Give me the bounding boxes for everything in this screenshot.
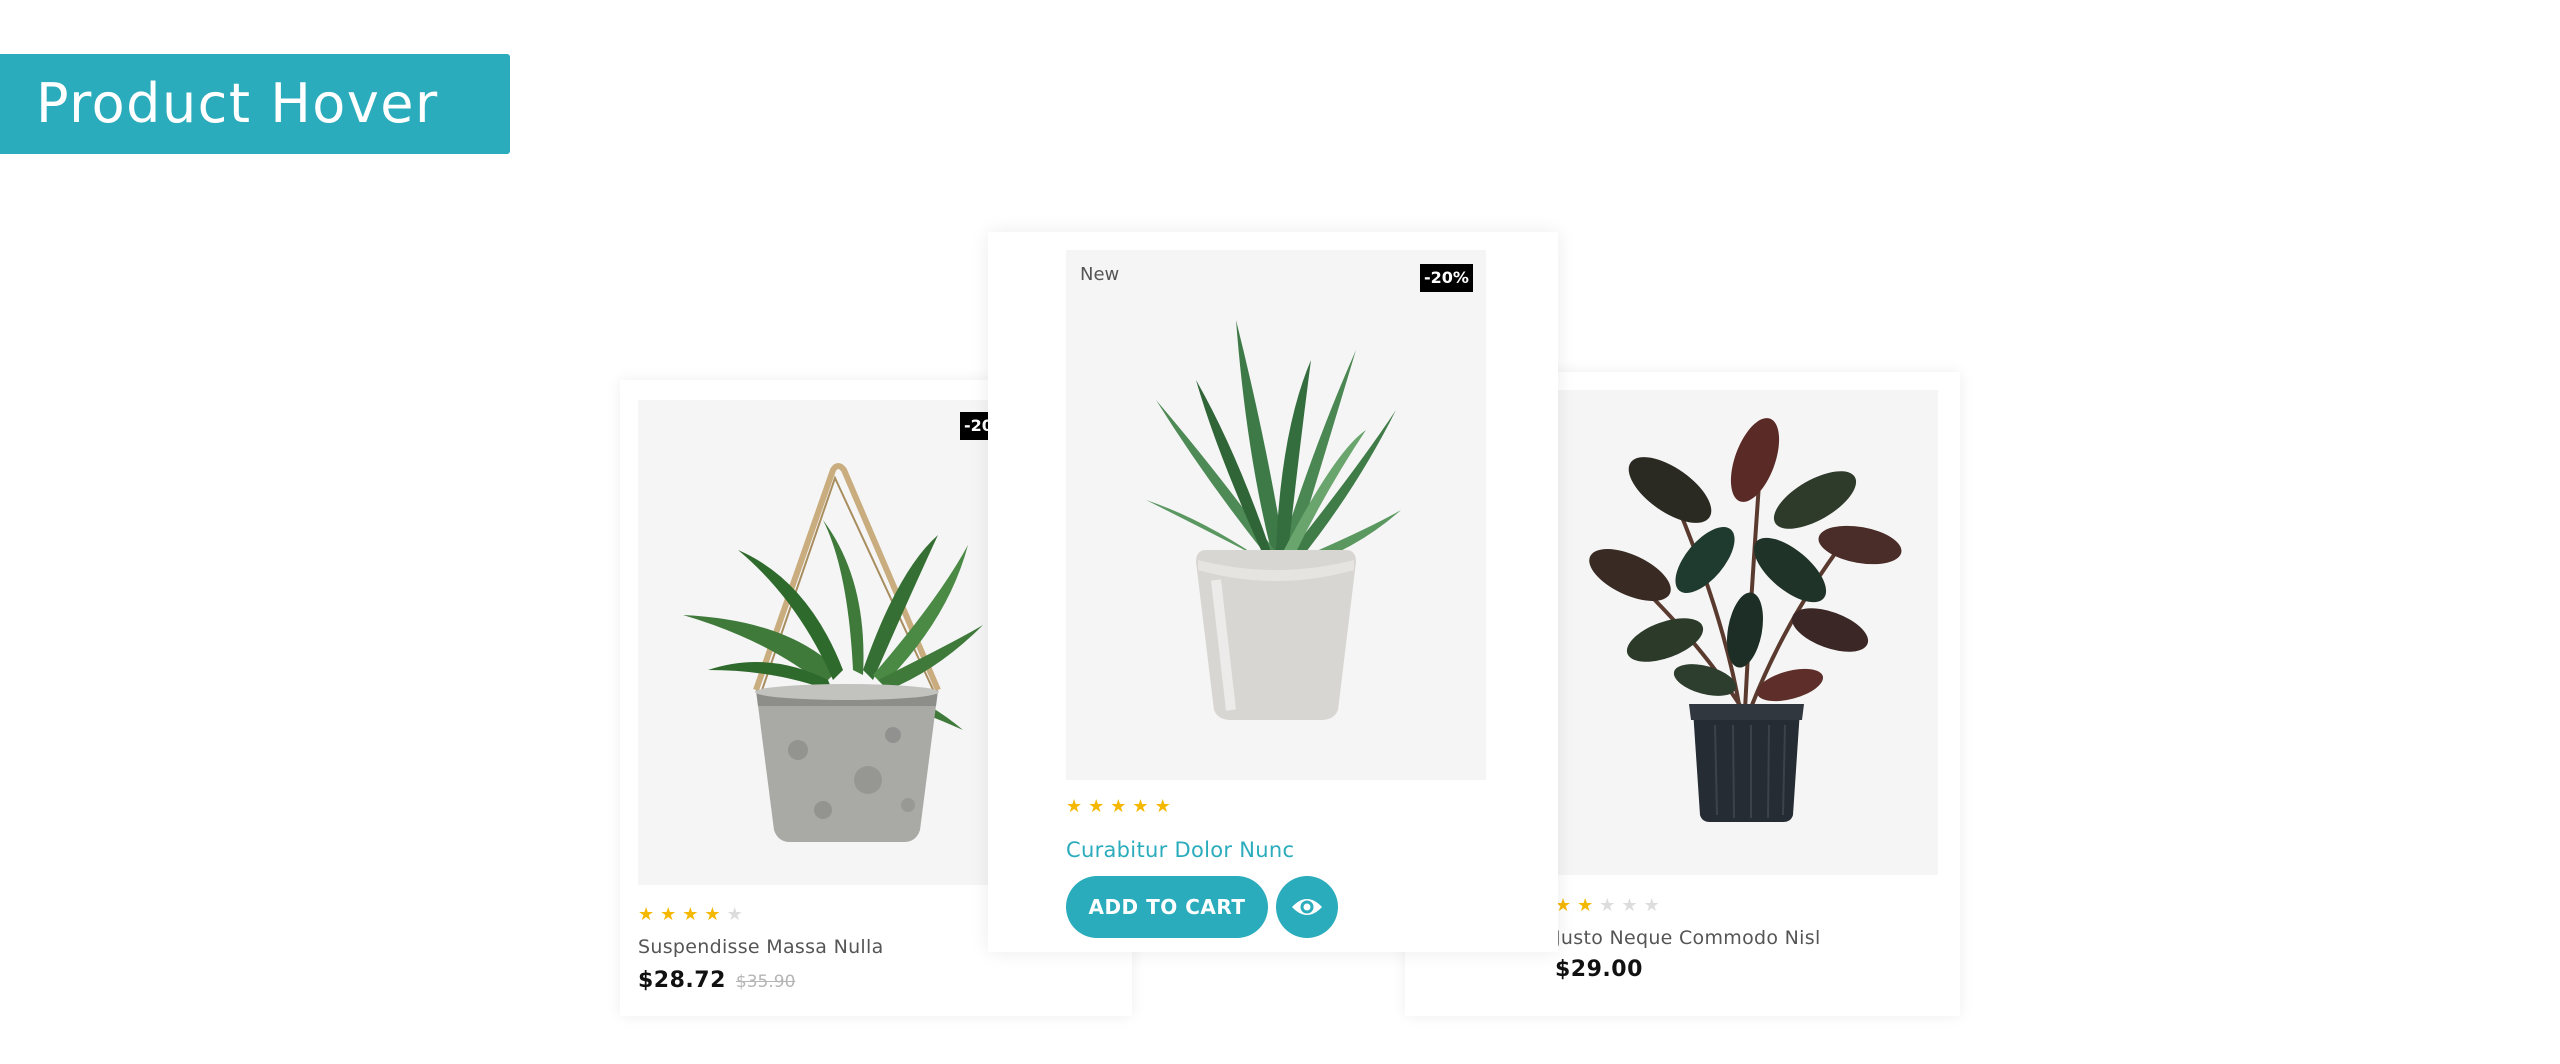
star-filled-icon: ★	[638, 904, 655, 925]
section-title: Product Hover	[36, 72, 439, 135]
eye-icon	[1292, 899, 1322, 915]
star-filled-icon: ★	[1154, 796, 1171, 817]
rating-stars: ★ ★ ★ ★ ★	[638, 906, 743, 924]
price: $28.72	[638, 968, 726, 993]
aloe-plant-image	[1146, 320, 1401, 720]
discount-badge: -20%	[1420, 264, 1473, 292]
star-filled-icon: ★	[1132, 796, 1149, 817]
price-row: $28.72 $35.90	[638, 968, 795, 993]
section-banner: Product Hover	[0, 54, 510, 154]
product-name[interactable]: Curabitur Dolor Nunc	[1066, 838, 1294, 862]
product-name[interactable]: Justo Neque Commodo Nisl	[1555, 927, 1821, 949]
star-filled-icon: ★	[682, 904, 699, 925]
quick-view-button[interactable]	[1276, 876, 1338, 938]
price: $29.00	[1555, 957, 1643, 982]
old-price: $35.90	[735, 972, 796, 992]
star-empty-icon: ★	[1599, 895, 1616, 916]
star-empty-icon: ★	[726, 904, 743, 925]
star-empty-icon: ★	[1621, 895, 1638, 916]
new-badge: New	[1080, 264, 1120, 285]
star-filled-icon: ★	[1577, 895, 1594, 916]
product-card-2[interactable]: New -20% ★ ★ ★ ★ ★ Curabitur Dolor Nunc ADD …	[988, 232, 1558, 952]
add-to-cart-button[interactable]: ADD TO CART	[1066, 876, 1268, 938]
star-filled-icon: ★	[704, 904, 721, 925]
star-empty-icon: ★	[1643, 895, 1660, 916]
product-image-3[interactable]	[1555, 390, 1938, 875]
price-row: $29.00	[1555, 957, 1643, 982]
product-image-2[interactable]: New -20%	[1066, 250, 1486, 780]
rating-stars: ★ ★ ★ ★ ★	[1066, 798, 1171, 816]
star-filled-icon: ★	[1066, 796, 1083, 817]
rating-stars: ★ ★ ★ ★ ★	[1555, 897, 1660, 915]
star-filled-icon: ★	[1110, 796, 1127, 817]
product-name[interactable]: Suspendisse Massa Nulla	[638, 936, 884, 958]
star-filled-icon: ★	[1088, 796, 1105, 817]
rubber-plant-image	[1589, 418, 1902, 822]
star-filled-icon: ★	[660, 904, 677, 925]
